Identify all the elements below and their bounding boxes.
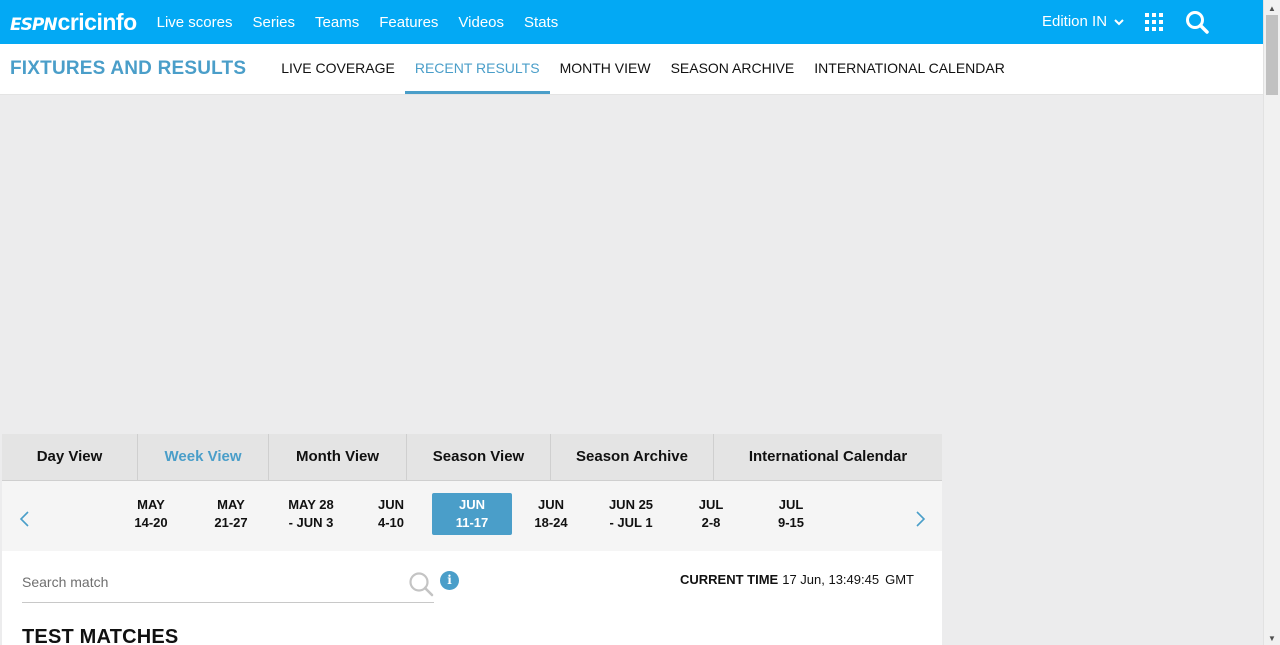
week-days: 18-24 (534, 515, 568, 530)
week-selector: MAY 14-20 MAY 21-27 MAY 28- JUN 3 JUN 4-10 … (2, 481, 942, 551)
scrollbar-thumb[interactable] (1266, 15, 1278, 95)
fixtures-subnav: FIXTURES AND RESULTS LIVE COVERAGE RECEN… (0, 44, 1263, 94)
tab-season-archive[interactable]: SEASON ARCHIVE (661, 44, 805, 94)
week-days: - JUN 3 (288, 515, 334, 530)
week-month: MAY 28 (288, 497, 334, 512)
nav-live-scores[interactable]: Live scores (157, 14, 233, 31)
week-month: JUL (778, 497, 804, 512)
week-days: - JUL 1 (609, 515, 653, 530)
search-match-field[interactable]: Search match (22, 565, 434, 603)
week-days: 9-15 (777, 515, 805, 530)
edition-label: Edition IN (1042, 13, 1108, 30)
week-month: JUN (537, 497, 564, 512)
tab-month-view-alt[interactable]: Month View (269, 434, 407, 480)
week-days: 14-20 (134, 515, 168, 530)
nav-features[interactable]: Features (379, 14, 438, 31)
week-option[interactable]: MAY 21-27 (191, 493, 271, 535)
tab-international-calendar-alt[interactable]: International Calendar (714, 434, 942, 480)
week-option[interactable]: MAY 28 - JUN 3 (271, 493, 351, 535)
week-option[interactable]: MAY 14-20 (111, 493, 191, 535)
main-nav: Live scores Series Teams Features Videos… (157, 14, 579, 31)
logo-espn-text: ESPN (10, 14, 58, 35)
nav-series[interactable]: Series (253, 14, 296, 31)
page-title: FIXTURES AND RESULTS (10, 58, 247, 79)
current-time-value: 17 Jun, 13:49:45 (782, 572, 880, 587)
current-time-label: CURRENT TIME (680, 572, 779, 587)
nav-videos[interactable]: Videos (458, 14, 504, 31)
week-month: JUN 25 (608, 497, 654, 512)
results-content: Search match i CURRENT TIME 17 Jun, 13:49… (2, 551, 942, 645)
week-days: 21-27 (214, 515, 248, 530)
week-month: MAY (137, 497, 165, 512)
scroll-down-icon[interactable]: ▼ (1268, 634, 1276, 643)
tab-week-view[interactable]: Week View (138, 434, 269, 480)
tab-season-view[interactable]: Season View (407, 434, 551, 480)
top-navbar: ESPN cricinfo Live scores Series Teams F… (0, 0, 1263, 44)
chevron-down-icon (1114, 18, 1124, 25)
edition-selector[interactable]: Edition IN (1042, 13, 1125, 30)
apps-grid-icon[interactable] (1145, 13, 1163, 31)
week-days: 2-8 (701, 515, 721, 530)
view-tabs: Day View Week View Month View Season Vie… (2, 434, 942, 481)
tab-season-archive-alt[interactable]: Season Archive (551, 434, 714, 480)
tab-recent-results[interactable]: RECENT RESULTS (404, 44, 550, 94)
section-heading: TEST MATCHES (22, 626, 179, 645)
espncricinfo-logo[interactable]: ESPN cricinfo (10, 9, 137, 36)
nav-teams[interactable]: Teams (315, 14, 359, 31)
search-icon[interactable] (1185, 10, 1209, 34)
week-month: JUN (377, 497, 404, 512)
week-option-selected[interactable]: JUN 11-17 (432, 493, 512, 535)
tab-month-view[interactable]: MONTH VIEW (550, 44, 661, 94)
week-option[interactable]: JUL 2-8 (671, 493, 751, 535)
page-scrollbar[interactable]: ▲ ▼ (1263, 0, 1280, 645)
week-option[interactable]: JUN 25 - JUL 1 (591, 493, 671, 535)
search-placeholder: Search match (22, 574, 109, 590)
chevron-right-icon[interactable] (915, 511, 927, 527)
week-month: MAY (217, 497, 245, 512)
week-option[interactable]: JUN 18-24 (511, 493, 591, 535)
logo-cricinfo-text: cricinfo (57, 8, 138, 35)
week-month: JUN (458, 497, 485, 512)
tab-live-coverage[interactable]: LIVE COVERAGE (271, 44, 405, 94)
magnifier-icon[interactable] (408, 571, 434, 597)
scroll-up-icon[interactable]: ▲ (1268, 4, 1276, 13)
current-time: CURRENT TIME 17 Jun, 13:49:45 GMT (680, 572, 914, 587)
week-days: 4-10 (377, 515, 405, 530)
current-time-timezone: GMT (885, 572, 914, 587)
week-month: JUL (698, 497, 724, 512)
week-option[interactable]: JUN 4-10 (351, 493, 431, 535)
info-icon[interactable]: i (440, 571, 459, 590)
nav-stats[interactable]: Stats (524, 14, 558, 31)
tab-international-calendar[interactable]: INTERNATIONAL CALENDAR (804, 44, 1015, 94)
week-option[interactable]: JUL 9-15 (751, 493, 831, 535)
week-days: 11-17 (455, 515, 489, 530)
tab-day-view[interactable]: Day View (2, 434, 138, 480)
chevron-left-icon[interactable] (18, 511, 30, 527)
